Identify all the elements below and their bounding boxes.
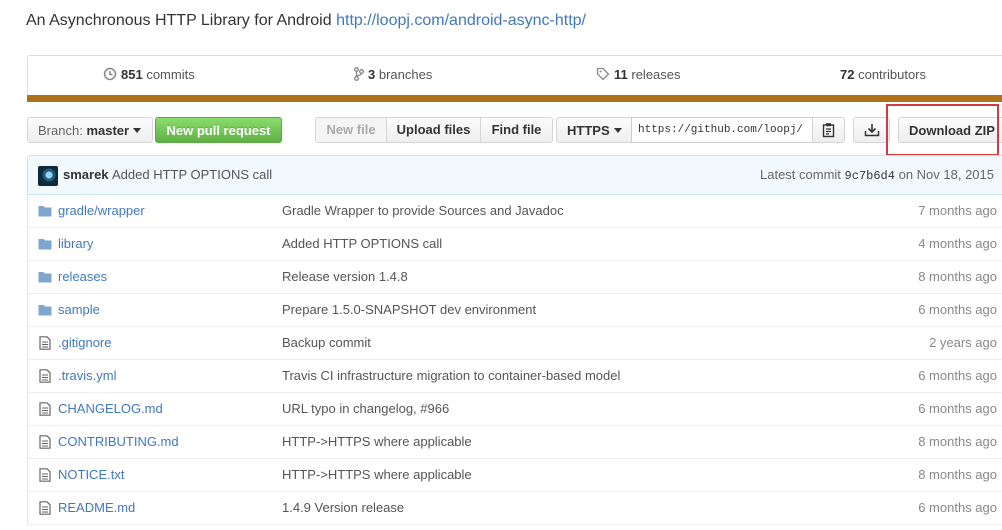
file-name-link[interactable]: CHANGELOG.md [58, 393, 163, 425]
file-name-link[interactable]: .gitignore [58, 327, 111, 359]
contributors-count: 72 [840, 67, 855, 82]
branches-label: branches [378, 67, 433, 82]
file-icon [38, 369, 52, 383]
branch-name: master [86, 123, 130, 138]
file-name-link[interactable]: NOTICE.txt [58, 459, 124, 491]
file-age: 8 months ago [918, 269, 997, 284]
file-commit-message[interactable]: Release version 1.4.8 [282, 261, 408, 293]
repo-homepage-link[interactable]: http://loopj.com/android-async-http/ [336, 12, 586, 29]
file-name-link[interactable]: README.md [58, 492, 135, 524]
file-icon [38, 468, 52, 482]
table-row: CHANGELOG.md URL typo in changelog, #966 6… [28, 393, 1002, 426]
commits-label: commits [146, 67, 195, 82]
folder-icon [38, 204, 52, 218]
repo-description-text: An Asynchronous HTTP Library for Android [26, 12, 332, 29]
folder-icon [38, 270, 52, 284]
commit-author[interactable]: smarek [63, 156, 109, 194]
file-commit-message[interactable]: Gradle Wrapper to provide Sources and Ja… [282, 195, 564, 227]
folder-icon [38, 237, 52, 251]
new-pull-request-button[interactable]: New pull request [155, 117, 282, 143]
table-row: README.md 1.4.9 Version release 6 months a… [28, 492, 1002, 525]
chevron-down-icon [613, 128, 622, 133]
commits-count: 851 [121, 67, 143, 82]
file-commit-message[interactable]: Travis CI infrastructure migration to co… [282, 360, 620, 392]
file-commit-message[interactable]: Backup commit [282, 327, 371, 359]
file-commit-message[interactable]: Prepare 1.5.0-SNAPSHOT dev environment [282, 294, 536, 326]
file-icon [38, 435, 52, 449]
file-commit-message[interactable]: URL typo in changelog, #966 [282, 393, 449, 425]
commit-sha[interactable]: 9c7b6d4 [845, 169, 895, 183]
table-row: .gitignore Backup commit 2 years ago [28, 327, 1002, 360]
file-age: 4 months ago [918, 236, 997, 251]
desktop-download-icon [864, 124, 879, 137]
releases-count: 11 [614, 67, 628, 82]
tag-icon [596, 67, 610, 81]
file-commit-message[interactable]: HTTP->HTTPS where applicable [282, 459, 472, 491]
file-age: 6 months ago [918, 500, 997, 515]
copy-clipboard-button[interactable] [812, 117, 845, 143]
file-name-link[interactable]: .travis.yml [58, 360, 117, 392]
file-age: 2 years ago [929, 335, 997, 350]
clone-url-input[interactable]: https://github.com/loopj/ [631, 117, 813, 143]
file-commit-message[interactable]: Added HTTP OPTIONS call [282, 228, 442, 260]
upload-files-button[interactable]: Upload files [386, 117, 481, 143]
chevron-down-icon [133, 128, 142, 133]
file-age: 6 months ago [918, 368, 997, 383]
file-age: 6 months ago [918, 401, 997, 416]
contributors-label: contributors [858, 67, 927, 82]
history-icon [103, 67, 117, 81]
branches-count: 3 [368, 67, 376, 82]
file-age: 7 months ago [918, 203, 997, 218]
branch-select-button[interactable]: Branch: master [27, 117, 153, 143]
file-icon [38, 402, 52, 416]
file-icon [38, 501, 52, 515]
file-age: 8 months ago [918, 467, 997, 482]
releases-label: releases [631, 67, 681, 82]
file-table: gradle/wrapper Gradle Wrapper to provide … [27, 195, 1002, 525]
file-name-link[interactable]: CONTRIBUTING.md [58, 426, 179, 458]
table-row: gradle/wrapper Gradle Wrapper to provide … [28, 195, 1002, 228]
latest-commit-bar: smarek Added HTTP OPTIONS call Latest co… [27, 155, 1002, 195]
branch-icon [354, 67, 364, 81]
file-name-link[interactable]: releases [58, 261, 107, 293]
branch-prefix: Branch: [38, 123, 83, 138]
table-row: sample Prepare 1.5.0-SNAPSHOT dev environ… [28, 294, 1002, 327]
avatar[interactable] [38, 166, 58, 186]
new-file-button[interactable]: New file [315, 117, 387, 143]
repo-description: An Asynchronous HTTP Library for Android… [26, 12, 586, 30]
language-bar [27, 95, 1002, 102]
folder-icon [38, 303, 52, 317]
numbers-summary: 851 commits 3 branches 11 releases 72 co… [27, 55, 1002, 96]
file-icon [38, 336, 52, 350]
open-desktop-button[interactable] [853, 117, 890, 143]
file-name-link[interactable]: library [58, 228, 93, 260]
table-row: releases Release version 1.4.8 8 months ag… [28, 261, 1002, 294]
contributors-link[interactable]: 72 contributors [840, 56, 926, 94]
file-name-link[interactable]: sample [58, 294, 100, 326]
table-row: .travis.yml Travis CI infrastructure migr… [28, 360, 1002, 393]
file-age: 6 months ago [918, 302, 997, 317]
clone-protocol-select[interactable]: HTTPS [556, 117, 632, 143]
commit-date: on Nov 18, 2015 [898, 167, 994, 182]
table-row: CONTRIBUTING.md HTTP->HTTPS where applica… [28, 426, 1002, 459]
highlight-box [886, 104, 999, 156]
latest-commit-info: Latest commit 9c7b6d4 on Nov 18, 2015 [760, 156, 994, 195]
file-commit-message[interactable]: HTTP->HTTPS where applicable [282, 426, 472, 458]
latest-commit-label: Latest commit [760, 167, 841, 182]
protocol-label: HTTPS [567, 123, 610, 138]
clipboard-icon [822, 123, 834, 138]
commits-link[interactable]: 851 commits [103, 56, 195, 94]
table-row: NOTICE.txt HTTP->HTTPS where applicable 8 … [28, 459, 1002, 492]
commit-message[interactable]: Added HTTP OPTIONS call [112, 156, 272, 194]
file-name-link[interactable]: gradle/wrapper [58, 195, 145, 227]
branches-link[interactable]: 3 branches [354, 56, 432, 94]
file-age: 8 months ago [918, 434, 997, 449]
releases-link[interactable]: 11 releases [596, 56, 681, 94]
table-row: library Added HTTP OPTIONS call 4 months a… [28, 228, 1002, 261]
file-commit-message[interactable]: 1.4.9 Version release [282, 492, 404, 524]
find-file-button[interactable]: Find file [480, 117, 553, 143]
